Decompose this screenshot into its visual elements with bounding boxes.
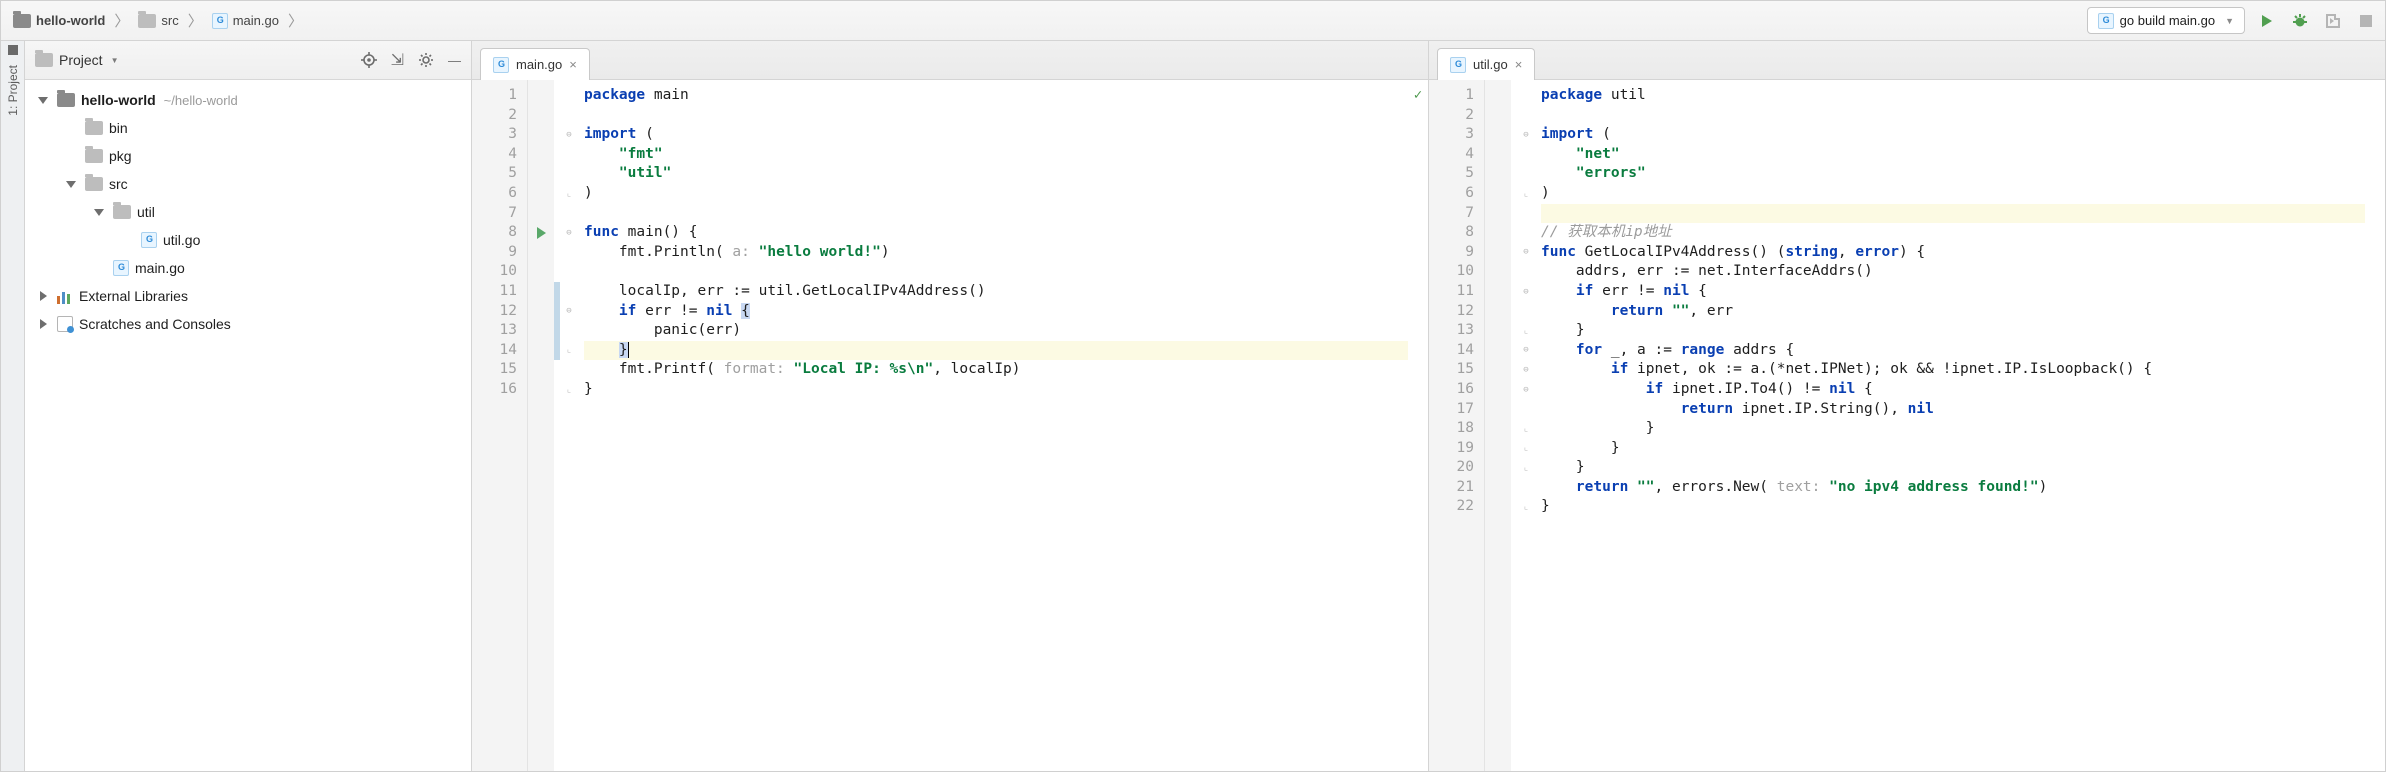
close-icon[interactable]: ×: [569, 57, 577, 72]
breadcrumb-label: src: [161, 13, 178, 28]
inspection-gutter: [2365, 80, 2385, 771]
library-icon: [57, 288, 73, 304]
ide-window: hello-world 〉 src 〉 main.go 〉 go build m…: [0, 0, 2386, 772]
hide-icon[interactable]: —: [448, 53, 461, 68]
go-file-icon: [212, 13, 228, 29]
run-with-coverage-button[interactable]: [2321, 9, 2344, 32]
editor-pane: main.go × 12345678910111213141516 ⊖⌞⊖⊖⌞⌞pac…: [472, 41, 1429, 771]
tree-hint: ~/hello-world: [164, 93, 238, 108]
sidebar-view-selector[interactable]: Project ▼: [35, 52, 119, 68]
topbar: hello-world 〉 src 〉 main.go 〉 go build m…: [1, 1, 2385, 41]
breadcrumb-label: hello-world: [36, 13, 105, 28]
tool-strip-marker-icon: [8, 45, 18, 55]
tree-arrow[interactable]: [35, 319, 51, 329]
tree-label: Scratches and Consoles: [79, 316, 231, 332]
code-area[interactable]: 12345678910111213141516 ⊖⌞⊖⊖⌞⌞package mai…: [472, 80, 1428, 771]
scratch-icon: [57, 316, 73, 332]
gear-icon[interactable]: [418, 52, 434, 68]
editor-pane: util.go × 12345678910111213141516171819202…: [1429, 41, 2385, 771]
editor-tab[interactable]: util.go ×: [1437, 48, 1535, 80]
editor-tab[interactable]: main.go ×: [480, 48, 590, 80]
tree-label: pkg: [109, 148, 132, 164]
fold-gutter[interactable]: ⊖⌞⊖⊖⌞⌞: [560, 80, 578, 771]
chevron-right-icon: 〉: [288, 10, 303, 31]
tree-node[interactable]: hello-world ~/hello-world: [25, 86, 471, 114]
tree-node[interactable]: pkg: [25, 142, 471, 170]
code-content[interactable]: package utilimport ( "net" "errors")// 获…: [1535, 80, 2365, 771]
breadcrumbs: hello-world 〉 src 〉 main.go 〉: [9, 10, 306, 31]
folder-icon: [13, 14, 31, 28]
chevron-right-icon: 〉: [188, 10, 203, 31]
tree-arrow[interactable]: [63, 181, 79, 188]
tree-label: hello-world: [81, 92, 156, 108]
tree-arrow[interactable]: [35, 291, 51, 301]
code-content[interactable]: package mainimport ( "fmt" "util")func m…: [578, 80, 1408, 771]
locate-icon[interactable]: [361, 52, 377, 68]
stop-button[interactable]: [2354, 9, 2377, 32]
chevron-right-icon: 〉: [114, 10, 129, 31]
run-config-label: go build main.go: [2120, 13, 2215, 28]
editor-tabs: util.go ×: [1429, 41, 2385, 80]
tab-label: util.go: [1473, 57, 1508, 72]
line-gutter[interactable]: 12345678910111213141516: [472, 80, 528, 771]
folder-icon: [85, 149, 103, 163]
body: 1: Project Project ▼ ⇲ —: [1, 41, 2385, 771]
tree-arrow[interactable]: [35, 97, 51, 104]
debug-button[interactable]: [2288, 9, 2311, 32]
folder-icon: [85, 121, 103, 135]
tree-node[interactable]: External Libraries: [25, 282, 471, 310]
tree-label: src: [109, 176, 128, 192]
project-tree[interactable]: hello-world ~/hello-world bin pkg srcutiluti…: [25, 80, 471, 771]
run-button[interactable]: [2255, 9, 2278, 32]
tree-node[interactable]: src: [25, 170, 471, 198]
breadcrumb-item-src[interactable]: src: [134, 11, 182, 30]
chevron-down-icon: ▼: [111, 56, 119, 65]
run-gutter[interactable]: [1485, 80, 1511, 771]
tree-node[interactable]: util.go: [25, 226, 471, 254]
breadcrumb-item-file[interactable]: main.go: [208, 11, 283, 31]
code-area[interactable]: 12345678910111213141516171819202122 ⊖⌞⊖⊖⌞…: [1429, 80, 2385, 771]
top-actions: go build main.go ▼: [2087, 7, 2377, 34]
tool-window-tab-project[interactable]: 1: Project: [6, 65, 20, 116]
folder-icon: [85, 177, 103, 191]
folder-icon: [57, 93, 75, 107]
go-file-icon: [113, 260, 129, 276]
folder-icon: [113, 205, 131, 219]
check-icon: ✓: [1414, 86, 1422, 105]
fold-gutter[interactable]: ⊖⌞⊖⊖⌞⊖⊖⊖⌞⌞⌞⌞: [1517, 80, 1535, 771]
expand-all-icon[interactable]: ⇲: [391, 50, 404, 70]
tree-label: bin: [109, 120, 128, 136]
project-sidebar: Project ▼ ⇲ — hello-world ~/hello-world bi…: [25, 41, 472, 771]
go-file-icon: [493, 57, 509, 73]
editor-tabs: main.go ×: [472, 41, 1428, 80]
editor-area: main.go×12345678910111213141516⊖⌞⊖⊖⌞⌞pac…: [472, 41, 2385, 771]
tree-node[interactable]: util: [25, 198, 471, 226]
tab-label: main.go: [516, 57, 562, 72]
breadcrumb-item-project[interactable]: hello-world: [9, 11, 109, 30]
tool-strip-left: 1: Project: [1, 41, 25, 771]
sidebar-header: Project ▼ ⇲ —: [25, 41, 471, 80]
run-config-selector[interactable]: go build main.go ▼: [2087, 7, 2245, 34]
go-file-icon: [141, 232, 157, 248]
run-line-icon[interactable]: [537, 227, 546, 239]
chevron-down-icon: ▼: [2225, 16, 2234, 26]
go-file-icon: [2098, 13, 2114, 29]
sidebar-title: Project: [59, 52, 103, 68]
go-file-icon: [1450, 57, 1466, 73]
folder-icon: [35, 53, 53, 67]
run-gutter[interactable]: [528, 80, 554, 771]
tree-label: util: [137, 204, 155, 220]
folder-icon: [138, 14, 156, 28]
tree-node[interactable]: main.go: [25, 254, 471, 282]
inspection-gutter: ✓: [1408, 80, 1428, 771]
breadcrumb-label: main.go: [233, 13, 279, 28]
tree-label: util.go: [163, 232, 200, 248]
close-icon[interactable]: ×: [1515, 57, 1523, 72]
tree-node[interactable]: bin: [25, 114, 471, 142]
tree-label: main.go: [135, 260, 185, 276]
tree-arrow[interactable]: [91, 209, 107, 216]
tree-node[interactable]: Scratches and Consoles: [25, 310, 471, 338]
tree-label: External Libraries: [79, 288, 188, 304]
line-gutter[interactable]: 12345678910111213141516171819202122: [1429, 80, 1485, 771]
